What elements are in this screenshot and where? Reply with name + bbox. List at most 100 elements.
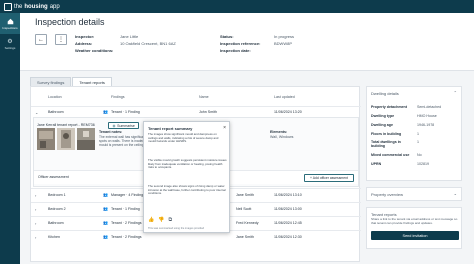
top-bar: the housing app: [0, 0, 474, 13]
dwelling-label: Dwelling age: [371, 123, 393, 127]
dwelling-label: Property detachment: [371, 105, 407, 109]
thumbs-up-icon[interactable]: 👍: [148, 217, 154, 223]
back-button[interactable]: ←: [35, 34, 47, 45]
dwelling-value: 1: [417, 132, 419, 136]
table-row[interactable]: ⌄ Bathroom 👥 Tenant · 1 Finding John Smi…: [31, 106, 361, 116]
elements-value: Wall, Windows: [270, 135, 294, 139]
row-updated: 11/06/2024 13:20: [274, 110, 302, 114]
dwelling-label: UPRN: [371, 162, 382, 166]
summarise-button[interactable]: Summarise: [108, 122, 139, 129]
row-name: Jane Smith: [236, 235, 254, 239]
tenant-reports-text: Share a link to the tenant via email add…: [371, 217, 458, 225]
inspector-label: Inspector:: [75, 34, 95, 39]
dwelling-value: HMO House: [417, 114, 437, 118]
row-location: Bathroom: [48, 110, 64, 114]
logo-icon: [4, 2, 12, 11]
address-value: 10 Oakfield Crescent, BN1 6AZ: [120, 41, 176, 46]
elements-label: Elements:: [270, 130, 288, 134]
logo-suffix: app: [49, 3, 60, 10]
officer-assessment-label: Officer assessment: [38, 175, 69, 179]
column-header-location: Location: [48, 95, 62, 99]
close-icon[interactable]: ×: [223, 125, 226, 131]
dwelling-details-card: Dwelling details ⌃ Property detachment Se…: [366, 86, 462, 181]
summary-paragraph-3: The second image also shows signs of ris…: [148, 184, 226, 196]
chevron-down-icon[interactable]: ⌄: [454, 191, 457, 196]
row-findings: Tenant · 1 Finding: [111, 207, 140, 211]
property-overview-card[interactable]: Property overview ⌄: [366, 187, 462, 201]
inspector-value: Jane Little: [120, 34, 139, 39]
tenant-report-summary-popup: Tenant report summary × The images show …: [143, 121, 230, 233]
address-label: Address:: [75, 41, 93, 46]
chevron-up-icon[interactable]: ⌃: [454, 90, 457, 95]
report-photo-1[interactable]: [37, 128, 55, 150]
date-label: Inspection date:: [220, 48, 251, 53]
column-header-last-updated: Last updated: [274, 95, 295, 99]
dwelling-label: Mixed commercial use: [371, 153, 410, 157]
back-arrow-icon: ←: [38, 36, 44, 43]
dwelling-value: 1: [417, 140, 419, 144]
summary-paragraph-1: The images show significant mould and da…: [148, 132, 219, 144]
dwelling-label: Dwelling type: [371, 114, 395, 118]
chevron-right-icon[interactable]: ›: [35, 221, 36, 226]
logo-prefix: the: [14, 3, 23, 10]
sidebar-item-label: Inspections: [2, 25, 18, 30]
dwelling-value: No: [417, 153, 422, 157]
status-value: In progress: [274, 34, 295, 39]
feedback-icons: 👍 👎 ⧉: [148, 217, 172, 223]
sidebar-item-inspections[interactable]: Inspections: [0, 13, 20, 34]
person-icon: 👥: [103, 206, 108, 211]
row-location: Bedroom 2: [48, 207, 66, 211]
column-header-findings: Findings: [111, 95, 125, 99]
thumbs-down-icon[interactable]: 👎: [158, 217, 164, 223]
more-options-button[interactable]: ⋮: [55, 34, 67, 45]
weather-label: Weather conditions:: [75, 48, 114, 53]
person-icon: 👥: [103, 192, 108, 197]
inspection-header: Inspection details ← ⋮ Inspector: Jane L…: [20, 13, 474, 71]
person-icon: 👥: [103, 109, 108, 114]
row-updated: 11/06/2024 13:10: [274, 193, 302, 197]
dwelling-label: Total dwellings in building: [371, 140, 401, 148]
add-officer-assessment-button[interactable]: + Add officer assessment: [304, 174, 354, 182]
sidebar: Inspections ⚙ Settings: [0, 13, 20, 264]
summarise-label: Summarise: [117, 123, 135, 128]
row-updated: 11/06/2024 12:30: [274, 235, 302, 239]
dwelling-value: Semi-detached: [417, 105, 442, 109]
app-logo[interactable]: the housing app: [4, 2, 60, 11]
copy-icon[interactable]: ⧉: [168, 217, 172, 223]
column-header-name: Name: [199, 95, 209, 99]
report-photo-3[interactable]: [77, 128, 95, 150]
row-findings: Tenant · 1 Finding: [111, 110, 140, 114]
tenant-notes-label: Tenant notes:: [99, 130, 123, 134]
row-findings: Tenant · 2 Findings: [111, 235, 142, 239]
reference-label: Inspection reference:: [220, 41, 261, 46]
chevron-down-icon[interactable]: ⌄: [35, 110, 38, 115]
sidebar-item-settings[interactable]: ⚙ Settings: [0, 34, 20, 55]
report-photo-2[interactable]: [57, 128, 75, 150]
send-invitation-button[interactable]: Send invitation: [371, 231, 459, 240]
tenant-reports-card: Tenant reports Share a link to the tenan…: [366, 207, 462, 249]
chevron-right-icon[interactable]: ›: [35, 235, 36, 240]
status-label: Status:: [220, 34, 234, 39]
dwelling-details-title: Dwelling details: [371, 91, 399, 96]
row-name: John Smith: [199, 110, 217, 114]
logo-brand: housing: [24, 3, 48, 10]
chevron-right-icon[interactable]: ›: [35, 193, 36, 198]
dwelling-value: 102819: [417, 162, 429, 166]
row-findings: Manager · 4 Findings: [111, 193, 145, 197]
sidebar-item-label: Settings: [4, 46, 16, 50]
row-updated: 11/06/2024 12:45: [274, 221, 302, 225]
row-updated: 11/06/2024 13:00: [274, 207, 302, 211]
chevron-right-icon[interactable]: ›: [35, 207, 36, 212]
sparkle-icon: [112, 123, 117, 128]
row-name: Fred Kennedy: [236, 221, 259, 225]
row-name: Jane Smith: [236, 193, 254, 197]
person-icon: 👥: [103, 234, 108, 239]
summary-paragraph-2: The visible mould growth suggests persis…: [148, 158, 227, 170]
house-icon: [7, 18, 13, 24]
property-overview-title: Property overview: [371, 192, 404, 197]
reference-value: BDWW8P: [274, 41, 292, 46]
row-location: Kitchen: [48, 235, 60, 239]
popup-title: Tenant report summary: [148, 126, 193, 131]
dwelling-label: Floors in building: [371, 132, 402, 136]
row-location: Bathroom: [48, 221, 64, 225]
